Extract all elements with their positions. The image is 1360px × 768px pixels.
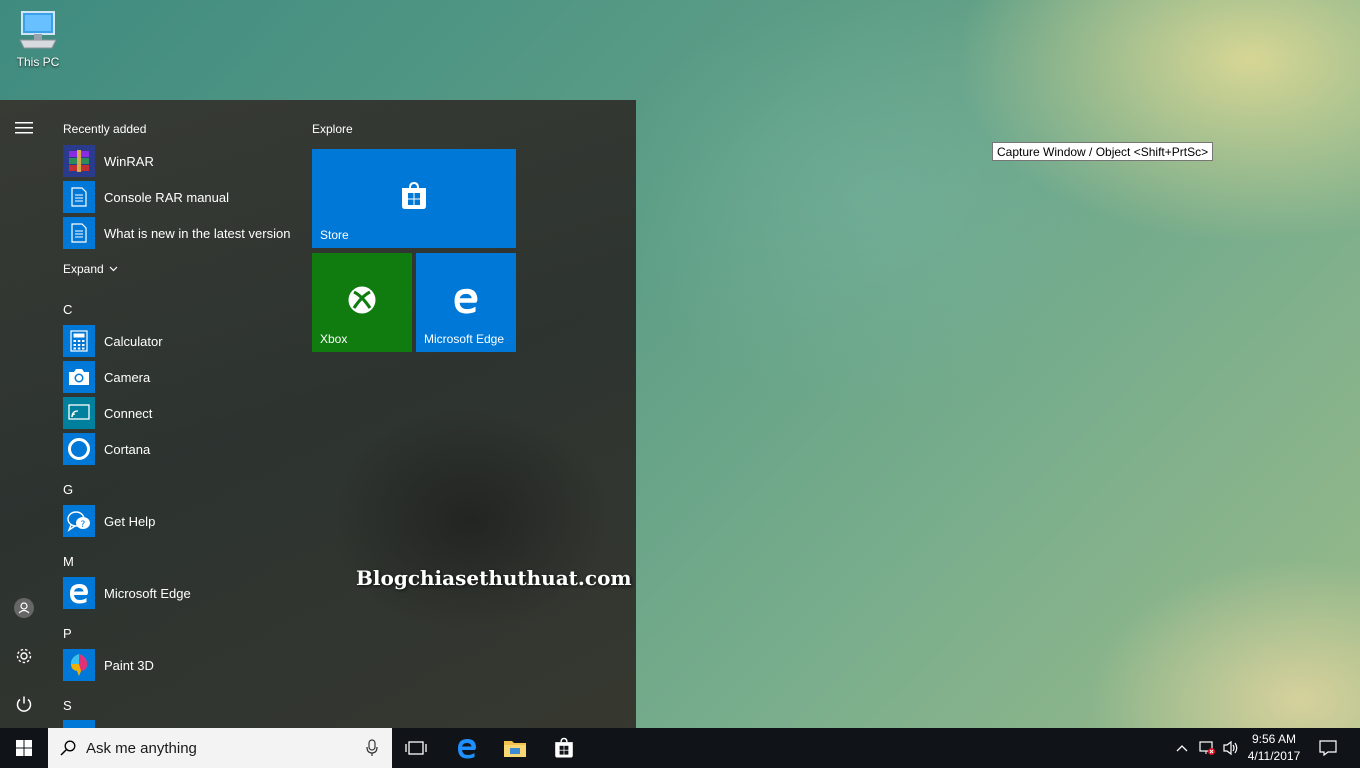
search-input[interactable] [86,739,346,757]
explore-title: Explore [312,122,353,136]
paint3d-icon [63,649,95,681]
app-item-cortana[interactable]: Cortana [63,432,150,466]
expand-button[interactable]: Expand [63,252,118,286]
start-rail [0,100,48,728]
clock-date: 4/11/2017 [1247,749,1301,763]
app-item-calculator[interactable]: Calculator [63,324,163,358]
app-tile-partial[interactable] [63,720,95,728]
folder-icon [504,741,526,757]
app-label: What is new in the latest version [104,225,291,241]
app-item-winrar[interactable]: WinRAR [63,144,154,178]
app-label: Connect [104,405,153,421]
store-icon [402,181,426,209]
volume-button[interactable] [1220,728,1242,768]
desktop-icon-this-pc[interactable]: This PC [8,8,68,69]
app-item-get-help[interactable]: ? Get Help [63,504,155,538]
calculator-icon [63,325,95,357]
connect-icon [63,397,95,429]
edge-icon [63,577,95,609]
notification-icon [1319,740,1337,756]
clock[interactable]: 9:56 AM 4/11/2017 [1246,731,1302,765]
tile-label: Microsoft Edge [424,332,505,346]
document-icon [63,217,95,249]
gear-icon[interactable] [12,644,36,668]
app-item-whats-new[interactable]: What is new in the latest version [63,216,290,250]
task-view-icon [405,741,427,755]
app-label: Microsoft Edge [104,585,191,601]
xbox-icon [348,286,376,313]
tile-xbox[interactable]: Xbox [312,253,412,352]
group-letter-s[interactable]: S [63,698,72,713]
app-label: Console RAR manual [104,189,230,205]
microphone-icon[interactable] [366,739,378,757]
edge-icon [458,739,476,759]
task-view-button[interactable] [392,728,440,768]
app-label: Paint 3D [104,657,154,673]
app-item-connect[interactable]: Connect [63,396,152,430]
search-box[interactable] [48,728,392,768]
app-label: Cortana [104,441,151,457]
winrar-icon [63,145,95,177]
chevron-up-icon [1176,745,1188,752]
recently-added-title: Recently added [63,122,147,136]
clock-time: 9:56 AM [1251,732,1297,746]
user-icon[interactable] [12,596,36,620]
group-letter-p[interactable]: P [63,626,72,641]
action-center-button[interactable] [1310,728,1346,768]
show-hidden-icons-button[interactable] [1172,728,1192,768]
document-icon [63,181,95,213]
cortana-icon [63,433,95,465]
hamburger-icon[interactable] [12,116,36,140]
group-letter-c[interactable]: C [63,302,72,317]
store-icon [555,737,573,758]
group-letter-m[interactable]: M [63,554,74,569]
computer-icon [19,11,57,49]
app-item-camera[interactable]: Camera [63,360,150,394]
tile-label: Xbox [320,332,348,346]
tile-label: Store [320,228,349,242]
app-label: WinRAR [104,153,154,169]
app-item-microsoft-edge[interactable]: Microsoft Edge [63,576,191,610]
group-letter-g[interactable]: G [63,482,73,497]
taskbar-store-button[interactable] [540,728,588,768]
camera-icon [63,361,95,393]
expand-label: Expand [63,262,104,276]
tooltip: Capture Window / Object <Shift+PrtSc> [992,142,1214,161]
edge-icon [454,288,478,314]
watermark: Blogchiasethuthuat.com [356,566,632,590]
desktop-icon-label: This PC [16,55,60,69]
start-menu: Recently added WinRAR Console RAR manual… [0,100,636,728]
search-icon [60,740,76,756]
speaker-icon [1223,740,1238,756]
app-item-console-rar-manual[interactable]: Console RAR manual [63,180,229,214]
app-label: Calculator [104,333,163,349]
app-label: Camera [104,369,151,385]
app-label: Get Help [104,513,156,529]
tile-store[interactable]: Store [312,149,516,248]
app-item-paint-3d[interactable]: Paint 3D [63,648,154,682]
tile-microsoft-edge[interactable]: Microsoft Edge [416,253,516,352]
taskbar: 9:56 AM 4/11/2017 [0,728,1360,768]
network-disconnected-icon [1199,741,1215,755]
network-button[interactable] [1196,728,1218,768]
taskbar-edge-button[interactable] [443,728,491,768]
svg-text:?: ? [81,520,86,530]
help-icon: ? [63,505,95,537]
start-button[interactable] [0,728,48,768]
taskbar-file-explorer-button[interactable] [491,728,539,768]
chevron-down-icon [109,266,118,272]
power-icon[interactable] [12,692,36,716]
windows-logo-icon [16,740,32,756]
